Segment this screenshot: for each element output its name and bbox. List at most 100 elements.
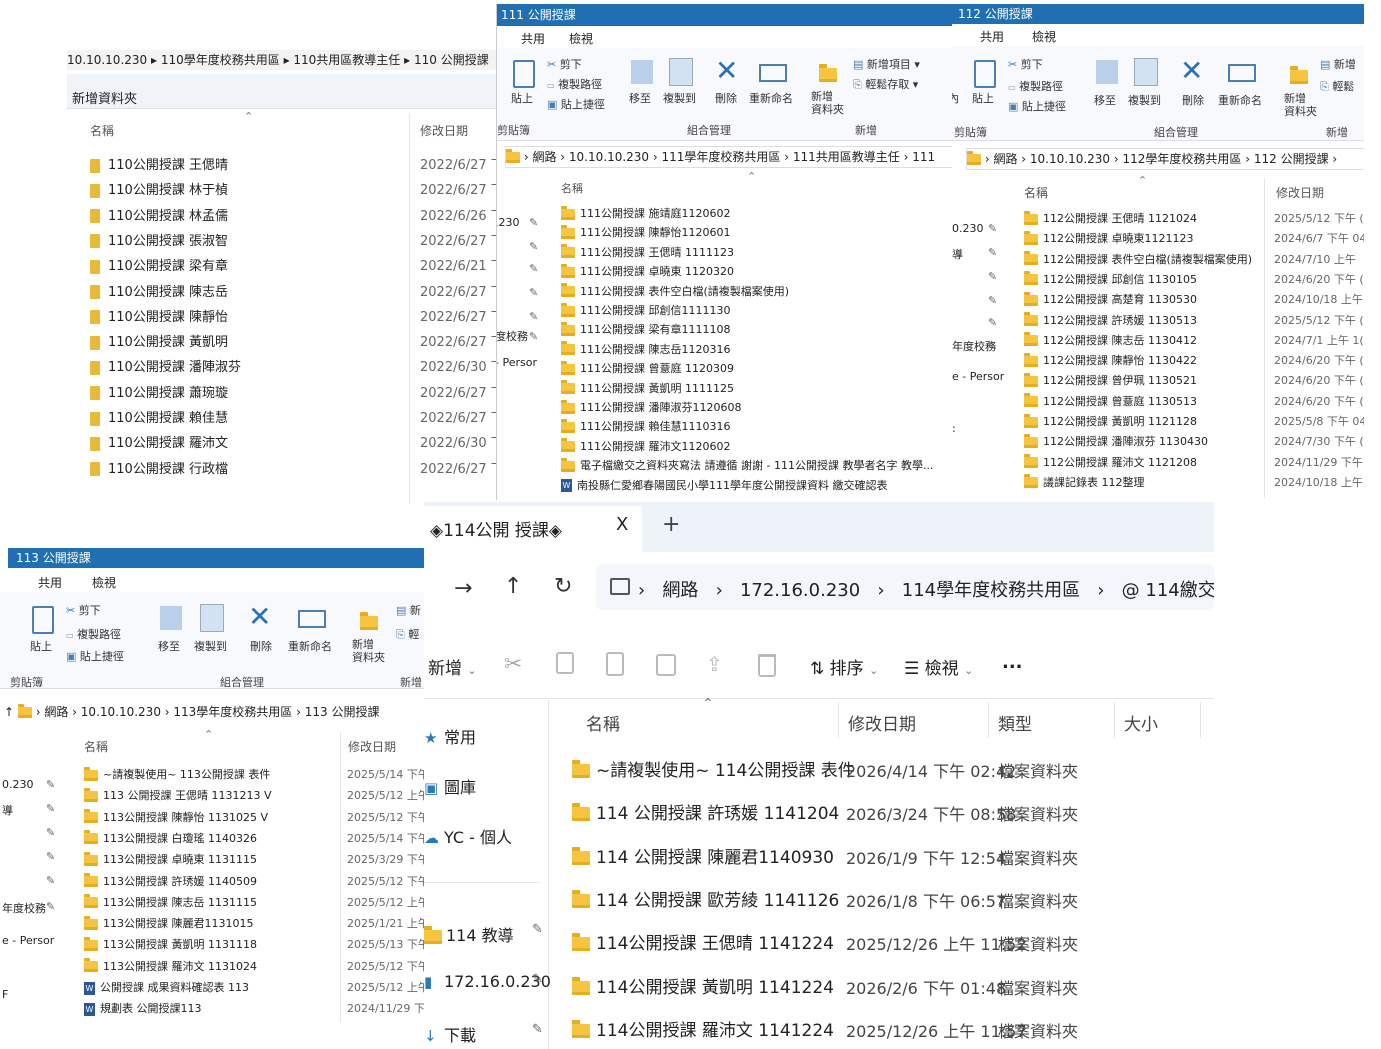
- cut-button[interactable]: ✂ 剪下: [1008, 56, 1043, 72]
- pin-icon[interactable]: ✎: [988, 246, 997, 259]
- share-icon[interactable]: ⇪: [706, 652, 723, 676]
- list-item[interactable]: 110公開授課 蕭琬璇 2022/6/27 下: [90, 382, 500, 402]
- list-item[interactable]: 111公開授課 王偲晴 1111123: [561, 244, 734, 262]
- rename-button[interactable]: 重新命名: [1218, 92, 1262, 108]
- breadcrumb-item[interactable]: 111學年度校務共用區: [662, 150, 781, 164]
- breadcrumb-item[interactable]: 110 公開授課: [414, 53, 489, 67]
- copy-to-button[interactable]: 複製到: [1128, 92, 1161, 108]
- up-arrow-icon[interactable]: ↑: [4, 705, 14, 719]
- nav-item[interactable]: 114 教導 ✎: [424, 922, 548, 945]
- nav-item[interactable]: ↓ 下載 ✎: [424, 1022, 548, 1045]
- paste-icon[interactable]: [606, 652, 624, 676]
- column-header-type[interactable]: 類型: [998, 710, 1032, 735]
- list-item[interactable]: W 規劃表 公開授課113 2024/11/29 下: [84, 1000, 430, 1018]
- tab-share[interactable]: 共用: [980, 28, 1004, 45]
- column-header-date[interactable]: 修改日期: [348, 738, 396, 755]
- breadcrumb-item[interactable]: 10.10.10.230: [67, 53, 147, 67]
- nav-item[interactable]: 導: [952, 246, 963, 262]
- pin-icon[interactable]: ✎: [529, 310, 538, 323]
- list-item[interactable]: 電子檔繳交之資料夾寫法 請遵循 謝謝 - 111公開授課 教學者名字 教學...: [561, 457, 933, 475]
- pin-icon[interactable]: ✎: [529, 216, 538, 229]
- pin-icon[interactable]: ✎: [532, 972, 543, 987]
- list-item[interactable]: 112公開授課 邱創信 1130105 2024/6/20 下午 (: [1024, 271, 1364, 289]
- paste-button[interactable]: 貼上: [30, 638, 52, 654]
- sort-button[interactable]: ⇅ 排序 ⌄: [810, 654, 878, 679]
- breadcrumb-item[interactable]: 10.10.10.230: [81, 705, 161, 719]
- column-header-name[interactable]: 名稱: [561, 180, 583, 196]
- nav-item[interactable]: e - Persor: [952, 370, 1004, 383]
- list-item[interactable]: 111公開授課 梁有章1111108: [561, 321, 730, 339]
- list-item[interactable]: 議課記錄表 112整理 2024/10/18 上午: [1024, 474, 1364, 492]
- new-item-button[interactable]: ▤ 新: [396, 602, 421, 618]
- pin-icon[interactable]: ✎: [46, 826, 55, 839]
- list-item[interactable]: 114公開授課 黃凱明 1141224 2026/2/6 下午 01:48 檔案資料…: [572, 973, 1214, 1001]
- nav-item[interactable]: :: [952, 422, 956, 435]
- tab-view[interactable]: 檢視: [569, 30, 593, 47]
- breadcrumb-item[interactable]: 112學年度校務共用區: [1123, 152, 1242, 166]
- tab-view[interactable]: 檢視: [1032, 28, 1056, 45]
- list-item[interactable]: 111公開授課 表件空白檔(請複製檔案使用): [561, 283, 789, 301]
- nav-item[interactable]: F: [2, 988, 8, 1001]
- rename-button[interactable]: 重新命名: [288, 638, 332, 654]
- breadcrumb-item[interactable]: 網路: [44, 705, 68, 719]
- cut-button[interactable]: ✂ 剪下: [66, 602, 101, 618]
- tab-share[interactable]: 共用: [521, 30, 545, 47]
- nav-item[interactable]: 0.230: [2, 778, 34, 791]
- move-to-button[interactable]: 移至: [158, 638, 180, 654]
- nav-item[interactable]: ★ 常用: [424, 724, 548, 747]
- list-item[interactable]: ~請複製使用~ 113公開授課 表件 2025/5/14 下午: [84, 766, 430, 784]
- paste-shortcut-button[interactable]: ▣ 貼上捷徑: [1008, 98, 1066, 114]
- nav-item[interactable]: 年度校務: [2, 900, 46, 916]
- move-to-button[interactable]: 移至: [629, 90, 651, 106]
- breadcrumb-item[interactable]: 110共用區教導主任: [293, 53, 400, 67]
- nav-item[interactable]: - Persor: [497, 356, 537, 369]
- list-item[interactable]: ~請複製使用~ 114公開授課 表件 2026/4/14 下午 02:42 檔案資料…: [572, 756, 1214, 784]
- forward-icon[interactable]: →: [454, 576, 472, 601]
- tab-share[interactable]: 共用: [38, 574, 62, 591]
- new-folder-button[interactable]: 新增 資料夾: [352, 638, 385, 664]
- list-item[interactable]: 111公開授課 曾薏庭 1120309: [561, 360, 734, 378]
- pin-icon[interactable]: ✎: [46, 874, 55, 887]
- pin-icon[interactable]: ✎: [532, 1022, 543, 1037]
- new-folder-button[interactable]: 新增 資料夾: [1284, 92, 1317, 118]
- list-item[interactable]: 110公開授課 行政檔 2022/6/27 下: [90, 458, 500, 478]
- list-item[interactable]: 111公開授課 邱創信1111130: [561, 302, 730, 320]
- pin-icon[interactable]: ✎: [529, 330, 538, 343]
- pin-icon[interactable]: ✎: [988, 316, 997, 329]
- nav-item[interactable]: .230: [497, 216, 520, 229]
- list-item[interactable]: 110公開授課 林于楨 2022/6/27 下: [90, 179, 500, 199]
- list-item[interactable]: 111公開授課 陳志岳1120316: [561, 341, 730, 359]
- list-item[interactable]: 111公開授課 卓曉東 1120320: [561, 263, 734, 281]
- nav-item[interactable]: ▣ 圖庫: [424, 774, 548, 797]
- list-item[interactable]: 110公開授課 賴佳慧 2022/6/27 下: [90, 407, 500, 427]
- address-bar[interactable]: ↑ › 網路 › 10.10.10.230 › 113學年度校務共用區 › 11…: [4, 702, 430, 722]
- list-item[interactable]: 111公開授課 潘陣淑芬1120608: [561, 399, 741, 417]
- breadcrumb-item[interactable]: 網路: [532, 150, 556, 164]
- delete-button[interactable]: 刪除: [250, 638, 272, 654]
- view-button[interactable]: ☰ 檢視 ⌄: [904, 654, 973, 679]
- breadcrumb-item[interactable]: 112 公開授課: [1254, 152, 1329, 166]
- move-to-button[interactable]: 移至: [1094, 92, 1116, 108]
- delete-icon[interactable]: [758, 654, 776, 677]
- list-item[interactable]: 111公開授課 陳靜怡1120601: [561, 224, 730, 242]
- list-item[interactable]: W 公開授課 成果資料確認表 113 2025/5/12 上午: [84, 979, 430, 997]
- column-header-size[interactable]: 大小: [1124, 710, 1158, 735]
- nav-item[interactable]: e - Persor: [2, 934, 54, 947]
- breadcrumb-item[interactable]: 111: [912, 150, 935, 164]
- list-item[interactable]: 114 公開授課 許琇媛 1141204 2026/3/24 下午 08:58 檔案…: [572, 799, 1214, 827]
- list-item[interactable]: 110公開授課 王偲晴 2022/6/27 下: [90, 154, 500, 174]
- copy-path-button[interactable]: ▭ 複製路徑: [547, 76, 602, 92]
- breadcrumb-item[interactable]: 172.16.0.230: [740, 580, 860, 601]
- list-item[interactable]: 112公開授課 羅沛文 1121208 2024/11/29 下午: [1024, 454, 1364, 472]
- copy-path-button[interactable]: ▭ 複製路徑: [1008, 78, 1063, 94]
- rename-button[interactable]: 重新命名: [749, 90, 793, 106]
- list-item[interactable]: 113公開授課 羅沛文 1131024 2025/5/12 下午: [84, 958, 430, 976]
- column-header-name[interactable]: 名稱: [586, 710, 620, 735]
- breadcrumb-item[interactable]: 110學年度校務共用區: [161, 53, 280, 67]
- breadcrumb-item[interactable]: 113學年度校務共用區: [173, 705, 292, 719]
- list-item[interactable]: 113公開授課 許琇媛 1140509 2025/5/12 下午: [84, 873, 430, 891]
- list-item[interactable]: 112公開授課 潘陣淑芬 1130430 2024/7/30 下午 (: [1024, 433, 1364, 451]
- list-item[interactable]: 112公開授課 陳靜怡 1130422 2024/6/20 下午 (: [1024, 352, 1364, 370]
- pin-icon[interactable]: ✎: [46, 900, 55, 913]
- list-item[interactable]: 114 公開授課 陳麗君1140930 2026/1/9 下午 12:54 檔案資料…: [572, 843, 1214, 871]
